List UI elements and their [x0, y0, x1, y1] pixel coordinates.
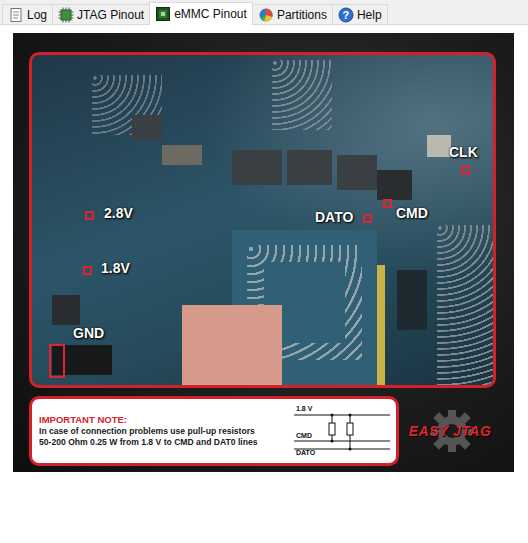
- board-detail: [182, 305, 282, 388]
- board-detail: [232, 150, 282, 185]
- emmc-icon: [155, 6, 171, 22]
- emmc-icon: [155, 6, 171, 22]
- tab-label: Log: [27, 8, 47, 22]
- board-detail: [337, 155, 377, 190]
- board-detail: [397, 270, 427, 330]
- board-detail: [377, 265, 385, 388]
- board-detail: [132, 115, 162, 140]
- help-icon: ?: [338, 7, 354, 23]
- pin-label: DATO: [315, 209, 353, 225]
- pin-label: 1.8V: [101, 260, 130, 276]
- important-note: IMPORTANT NOTE:In case of connection pro…: [29, 396, 399, 466]
- pin-marker: [49, 344, 65, 378]
- pin-marker: [383, 199, 392, 208]
- chip-icon: [58, 7, 74, 23]
- board-detail: [162, 145, 202, 165]
- log-icon: [8, 7, 24, 23]
- schematic-label: DATO: [296, 449, 315, 456]
- tab[interactable]: eMMC Pinout: [149, 2, 253, 25]
- pullup-schematic: 1.8 V CMD DATO: [294, 403, 390, 459]
- easy-jtag-logo: EASY JTAG: [405, 404, 495, 458]
- note-line: In case of connection problems use pull-…: [39, 426, 290, 437]
- tab[interactable]: ?Help: [332, 4, 388, 24]
- pin-label: 2.8V: [104, 205, 133, 221]
- pin-marker: [85, 211, 94, 220]
- chip-icon: [58, 7, 74, 23]
- image-footer: IMPORTANT NOTE:In case of connection pro…: [29, 396, 514, 466]
- board-detail: [52, 295, 80, 325]
- schematic-label: CMD: [296, 432, 312, 439]
- pie-icon: [258, 7, 274, 23]
- pin-label: CLK: [449, 144, 478, 160]
- help-glyph: ?: [338, 7, 354, 23]
- board-detail: [287, 150, 332, 185]
- board-photo: 2.8V 1.8V GND DATO CMD CLK: [29, 52, 496, 388]
- pie-icon: [258, 7, 274, 23]
- pin-label: CMD: [396, 205, 428, 221]
- board-detail: [272, 60, 332, 130]
- tab[interactable]: Log: [2, 4, 53, 24]
- schematic-label: 1.8 V: [296, 405, 312, 412]
- tab-label: eMMC Pinout: [174, 7, 247, 21]
- note-text: IMPORTANT NOTE:In case of connection pro…: [39, 414, 290, 448]
- tab-label: Partitions: [277, 8, 327, 22]
- note-line: 50-200 Ohm 0.25 W from 1.8 V to CMD and …: [39, 437, 290, 448]
- logo-text: EASY JTAG: [409, 423, 492, 439]
- tab-label: Help: [357, 8, 382, 22]
- pin-marker: [363, 214, 372, 223]
- tab[interactable]: Partitions: [252, 4, 333, 24]
- tab-label: JTAG Pinout: [77, 8, 144, 22]
- board-detail: [52, 345, 112, 375]
- board-detail: [377, 170, 412, 200]
- board-detail: [437, 225, 496, 388]
- log-icon: [8, 7, 24, 23]
- note-title: IMPORTANT NOTE:: [39, 414, 290, 426]
- pin-marker: [83, 266, 92, 275]
- pinout-image: 2.8V 1.8V GND DATO CMD CLK IMPORTANT NOTE:In …: [13, 33, 514, 472]
- content-area: 2.8V 1.8V GND DATO CMD CLK IMPORTANT NOTE:In …: [0, 25, 528, 480]
- tab[interactable]: JTAG Pinout: [52, 4, 150, 24]
- pin-marker: [461, 166, 470, 175]
- tab-bar: LogJTAG PinouteMMC PinoutPartitions?Help: [0, 0, 528, 25]
- board-detail: [427, 135, 451, 157]
- pin-label: GND: [73, 325, 104, 341]
